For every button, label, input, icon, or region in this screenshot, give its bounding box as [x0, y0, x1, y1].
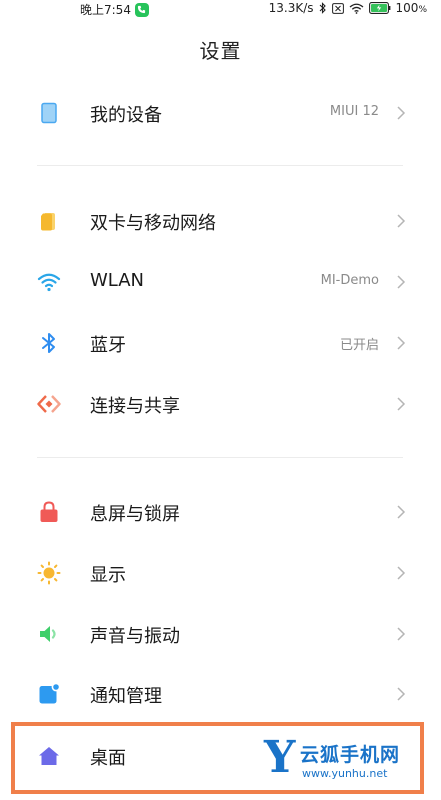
lock-icon: [37, 500, 61, 524]
item-label: WLAN: [90, 270, 145, 291]
settings-item-notifications[interactable]: 通知管理: [0, 668, 441, 720]
section-divider: [37, 457, 403, 458]
watermark-logo: Y 云狐手机网 www.yunhu.net: [264, 732, 424, 784]
bluetooth-icon: [37, 331, 61, 355]
item-label: 蓝牙: [90, 335, 126, 356]
bluetooth-status-icon: [319, 2, 326, 14]
chevron-right-icon: [397, 275, 406, 289]
section-divider: [37, 165, 403, 166]
watermark-letter: Y: [264, 732, 296, 783]
watermark-name: 云狐手机网: [300, 744, 401, 766]
settings-item-wlan[interactable]: WLAN MI-Demo: [0, 256, 441, 308]
item-label: 我的设备: [90, 105, 162, 126]
battery-icon: [368, 2, 390, 14]
status-time: 晚上7:54: [80, 3, 131, 17]
settings-item-bluetooth[interactable]: 蓝牙 已开启: [0, 317, 441, 369]
item-value: MI-Demo: [320, 273, 379, 288]
chevron-right-icon: [397, 687, 406, 701]
device-icon: [37, 101, 61, 125]
watermark-url: www.yunhu.net: [302, 767, 388, 780]
notification-icon: [37, 682, 61, 706]
status-bar: 晚上7:54 13.3K/s 100%: [0, 0, 441, 20]
chevron-right-icon: [397, 566, 406, 580]
item-label: 双卡与移动网络: [90, 213, 216, 234]
status-left: 晚上7:54: [80, 1, 149, 18]
settings-item-lock-screen[interactable]: 息屏与锁屏: [0, 486, 441, 538]
settings-item-connection-share[interactable]: 连接与共享: [0, 378, 441, 430]
settings-item-sim[interactable]: 双卡与移动网络: [0, 195, 441, 247]
item-label: 息屏与锁屏: [90, 504, 180, 525]
item-label: 显示: [90, 565, 126, 586]
page-title: 设置: [199, 39, 242, 63]
network-speed: 13.3K/s: [268, 1, 314, 15]
wifi-icon: [37, 270, 61, 294]
settings-item-display[interactable]: 显示: [0, 547, 441, 599]
chevron-right-icon: [397, 336, 406, 350]
item-value: MIUI 12: [329, 104, 379, 119]
item-label: 连接与共享: [90, 396, 180, 417]
connection-share-icon: [37, 392, 61, 416]
sun-icon: [37, 561, 61, 585]
speaker-icon: [37, 622, 61, 646]
settings-item-my-device[interactable]: 我的设备 MIUI 12: [0, 87, 441, 139]
call-icon: [134, 2, 149, 17]
settings-item-sound[interactable]: 声音与振动: [0, 608, 441, 660]
sim-card-icon: [37, 209, 61, 233]
sim-off-icon: [331, 2, 344, 14]
chevron-right-icon: [397, 505, 406, 519]
chevron-right-icon: [397, 397, 406, 411]
chevron-right-icon: [397, 106, 406, 120]
chevron-right-icon: [397, 627, 406, 641]
wifi-status-icon: [349, 3, 363, 14]
battery-level: 100%: [395, 1, 427, 15]
item-label: 通知管理: [90, 686, 162, 707]
item-value: 已开启: [339, 338, 379, 353]
status-right: 13.3K/s 100%: [269, 1, 427, 15]
chevron-right-icon: [397, 214, 406, 228]
item-label: 声音与振动: [90, 626, 180, 647]
